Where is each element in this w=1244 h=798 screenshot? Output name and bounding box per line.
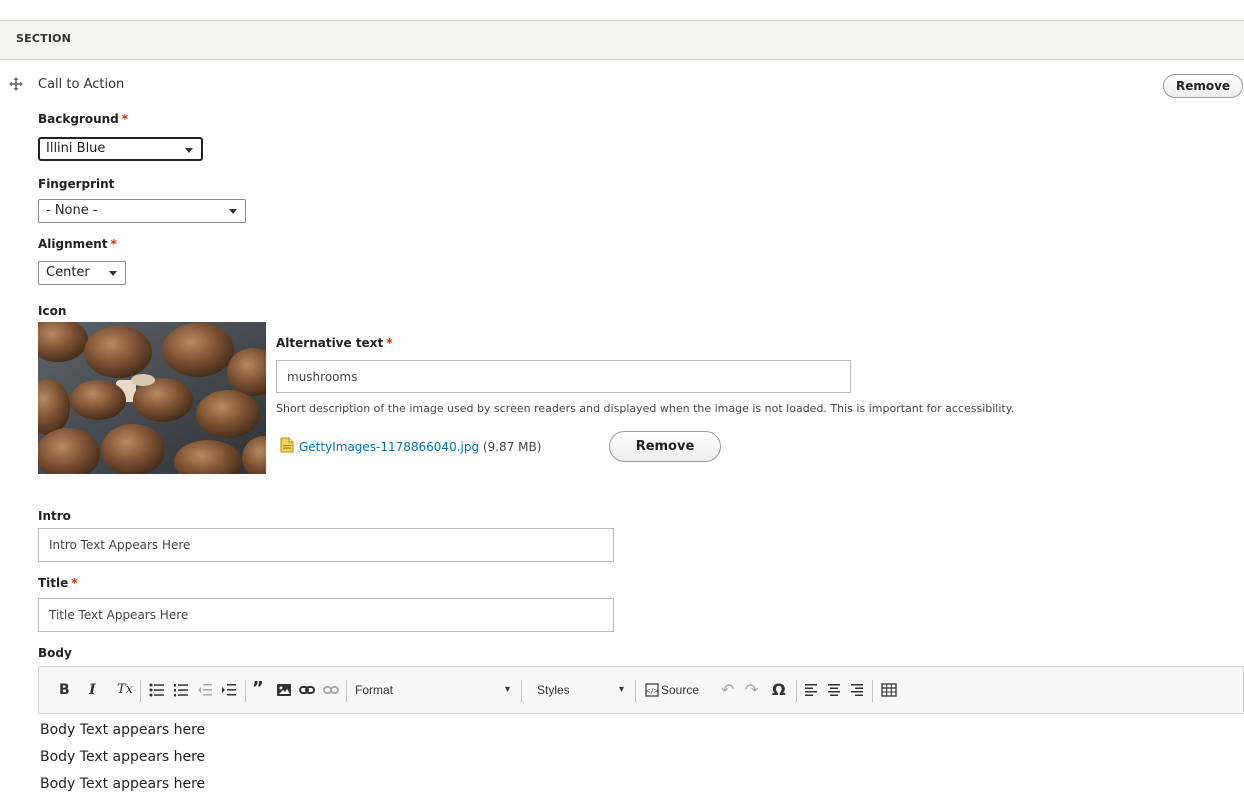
required-marker: * (110, 237, 117, 251)
format-dropdown[interactable]: Format (355, 682, 393, 698)
toolbar-separator (796, 680, 797, 702)
alt-text-label-text: Alternative text (276, 336, 384, 350)
chevron-down-icon: ▾ (619, 684, 625, 695)
unlink-icon[interactable] (323, 682, 339, 702)
background-select-value: Illini Blue (46, 141, 106, 156)
alignment-label: Alignment * (38, 237, 117, 251)
bulleted-list-icon[interactable] (149, 682, 165, 702)
numbered-list-icon[interactable] (173, 682, 189, 702)
alignment-select-value: Center (46, 265, 90, 280)
icon-label: Icon (38, 304, 67, 318)
body-line[interactable]: Body Text appears here (40, 722, 205, 738)
alt-text-label: Alternative text * (276, 336, 392, 350)
align-center-icon[interactable] (827, 682, 841, 702)
source-icon[interactable]: </> (645, 682, 659, 702)
top-cutoff-region (0, 0, 1244, 6)
italic-button[interactable]: I (89, 682, 96, 698)
alt-text-description: Short description of the image used by s… (276, 402, 1015, 415)
bold-button[interactable]: B (59, 682, 70, 698)
paragraph-title: Call to Action (38, 77, 125, 92)
alignment-select[interactable]: Center (38, 261, 126, 285)
toolbar-separator (140, 680, 141, 702)
alt-text-input[interactable] (276, 360, 851, 393)
section-header-bar: SECTION (0, 20, 1244, 60)
fingerprint-select-value: - None - (46, 203, 98, 218)
blockquote-icon[interactable]: ” (252, 680, 264, 698)
chevron-down-icon: ▾ (505, 684, 511, 695)
required-marker: * (71, 576, 78, 590)
background-label: Background * (38, 112, 128, 126)
table-icon[interactable] (881, 682, 897, 702)
editor-toolbar: B I Tx ” Format ▾ Styles ▾ </> Source ↶ … (38, 666, 1244, 714)
mushroom-image (38, 322, 266, 474)
required-marker: * (121, 112, 129, 126)
align-right-icon[interactable] (850, 682, 864, 702)
styles-dropdown[interactable]: Styles (537, 682, 570, 698)
remove-format-button[interactable]: Tx (117, 682, 133, 698)
chevron-down-icon (229, 209, 237, 214)
background-label-text: Background (38, 112, 119, 126)
file-link[interactable]: GettyImages-1178866040.jpg (299, 440, 479, 454)
source-button[interactable]: Source (661, 682, 699, 698)
toolbar-separator (635, 680, 636, 702)
body-line[interactable]: Body Text appears here (40, 776, 205, 792)
outdent-icon[interactable] (197, 682, 213, 702)
undo-icon[interactable]: ↶ (721, 682, 734, 698)
alignment-label-text: Alignment (38, 237, 108, 251)
redo-icon[interactable]: ↷ (745, 682, 758, 698)
link-icon[interactable] (299, 682, 315, 702)
svg-text:</>: </> (645, 687, 659, 695)
background-select[interactable]: Illini Blue (38, 137, 203, 161)
chevron-down-icon (185, 148, 193, 153)
align-left-icon[interactable] (804, 682, 818, 702)
chevron-down-icon (109, 271, 117, 276)
intro-label: Intro (38, 509, 71, 523)
drag-handle-icon[interactable] (9, 77, 23, 91)
toolbar-separator (521, 680, 522, 702)
toolbar-separator (245, 680, 246, 702)
title-input[interactable] (38, 598, 614, 632)
section-header-title: SECTION (16, 32, 72, 45)
required-marker: * (386, 336, 393, 350)
title-label-text: Title (38, 576, 69, 590)
toolbar-separator (872, 680, 873, 702)
intro-input[interactable] (38, 528, 614, 562)
fingerprint-label: Fingerprint (38, 177, 115, 191)
indent-icon[interactable] (221, 682, 237, 702)
remove-file-button[interactable]: Remove (609, 431, 721, 462)
toolbar-separator (346, 680, 347, 702)
body-line[interactable]: Body Text appears here (40, 749, 205, 765)
image-icon[interactable] (276, 682, 292, 702)
title-label: Title * (38, 576, 78, 590)
file-info: GettyImages-1178866040.jpg (9.87 MB) (299, 440, 541, 454)
file-size: (9.87 MB) (482, 440, 542, 454)
remove-paragraph-button[interactable]: Remove (1163, 74, 1243, 98)
body-label: Body (38, 646, 72, 660)
fingerprint-select[interactable]: - None - (38, 199, 246, 223)
special-character-button[interactable]: Ω (772, 682, 786, 698)
file-image-icon (280, 437, 294, 453)
